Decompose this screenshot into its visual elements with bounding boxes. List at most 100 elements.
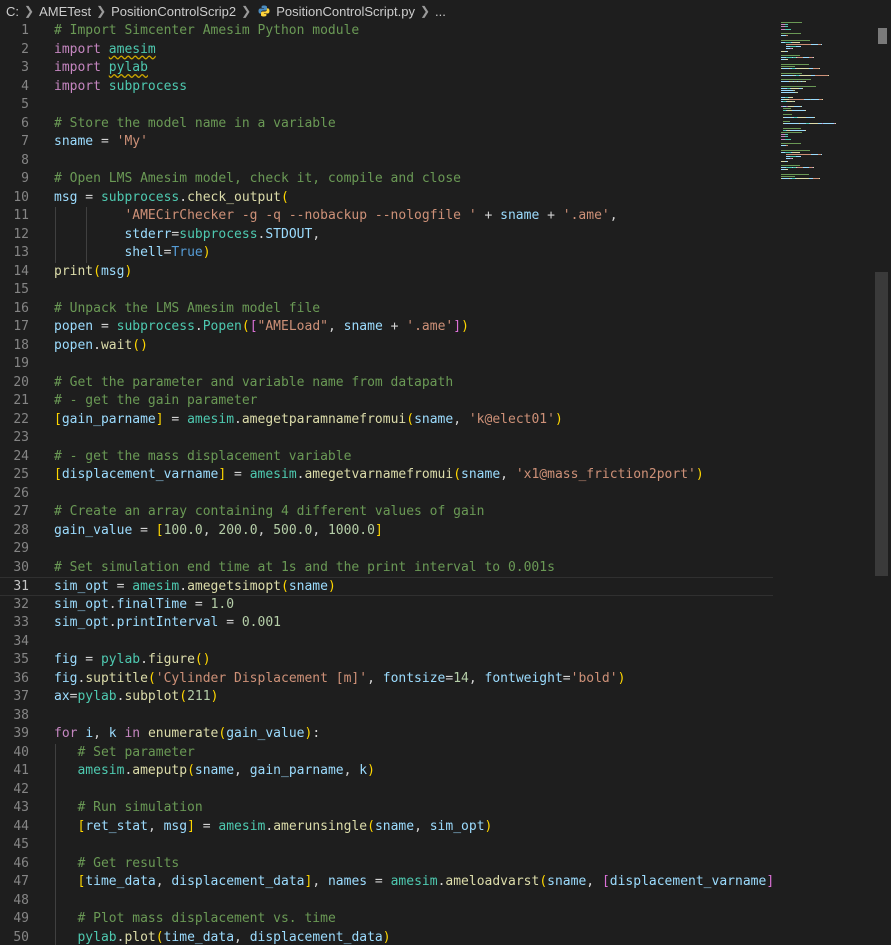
code-token: ) [202,245,211,260]
code-token: # Create an array containing 4 different… [54,504,485,519]
code-token: , [468,670,485,686]
code-token: ] [187,818,195,834]
code-line[interactable]: 1 # Import Simcenter Amesim Python module [0,22,773,41]
minimap-mark [794,101,795,103]
code-line[interactable]: 38 [0,707,773,726]
breadcrumb-item[interactable]: PositionControlScrip2 [111,4,236,19]
minimap-mark [799,41,800,43]
code-line[interactable]: 19 [0,355,773,374]
breadcrumb: C: ❯ AMETest ❯ PositionControlScrip2 ❯ Positio… [0,0,891,22]
code-line[interactable]: 5 [0,96,773,115]
code-line[interactable]: 10 msg = subprocess.check_output( [0,189,773,208]
code-token: = [367,874,391,889]
chevron-right-icon: ❯ [419,4,431,18]
code-line[interactable]: 34 [0,633,773,652]
code-token: ameloadvarst [445,874,540,889]
code-line[interactable]: 6 # Store the model name in a variable [0,115,773,134]
line-number: 21 [13,393,29,408]
code-line[interactable]: 39 for i, k in enumerate(gain_value): [0,725,773,744]
code-line[interactable]: 27 # Create an array containing 4 differe… [0,503,773,522]
code-line[interactable]: 25 [displacement_varname] = amesim.ameget… [0,466,773,485]
code-token: amegetsimopt [187,579,281,594]
code-token: , [312,874,328,889]
code-line[interactable]: 23 [0,429,773,448]
minimap-mark [785,26,788,28]
code-token: # Open LMS Amesim model, check it, compi… [54,171,461,186]
code-line[interactable]: 50 pylab.plot(time_data, displacement_da… [0,929,773,945]
code-line[interactable]: 22 [gain_parname] = amesim.amegetparamnam… [0,411,773,430]
code-token: amesim [187,411,235,427]
breadcrumb-item[interactable]: ... [435,4,446,19]
code-token: ( [453,467,462,482]
line-number: 2 [21,41,29,57]
code-line[interactable]: 11 'AMECirChecker -g -q --nobackup --nol… [0,207,773,226]
code-token: [ [54,467,62,482]
code-line[interactable]: 14 print(msg) [0,263,773,282]
minimap-mark [792,41,799,43]
code-line[interactable]: 49 # Plot mass displacement vs. time [0,910,773,929]
code-token: ) [367,763,375,778]
code-line[interactable]: 8 [0,152,773,171]
code-line[interactable]: 30 # Set simulation end time at 1s and th… [0,559,773,578]
breadcrumb-item[interactable]: AMETest [39,4,91,19]
code-line[interactable]: 36 fig.suptitle('Cylinder Displacement [m… [0,670,773,689]
code-token: sim_opt [54,596,109,612]
code-line[interactable]: 46 # Get results [0,855,773,874]
breadcrumb-item[interactable]: C: [6,4,19,19]
code-line[interactable]: 13 shell=True) [0,244,773,263]
minimap-mark [802,88,803,89]
code-line[interactable]: 2 import amesim [0,41,773,60]
code-editor[interactable]: 1 # Import Simcenter Amesim Python module… [0,22,773,945]
code-line[interactable]: 21 # - get the gain parameter [0,392,773,411]
code-line[interactable]: 43 # Run simulation [0,799,773,818]
code-token: # Unpack the LMS Amesim model file [54,300,321,316]
code-line[interactable]: 9 # Open LMS Amesim model, check it, comp… [0,170,773,189]
scrollbar-thumb[interactable] [875,272,888,576]
code-line[interactable]: 41 amesim.ameputp(sname, gain_parname, k… [0,762,773,781]
code-token: , [414,818,430,834]
code-line[interactable]: 4 import subprocess [0,78,773,97]
code-token: ] [374,522,383,538]
code-token: . [179,579,188,594]
code-line[interactable]: 32 sim_opt.finalTime = 1.0 [0,596,773,615]
code-text: print(msg) [54,263,132,282]
code-line[interactable]: 44 [ret_stat, msg] = amesim.amerunsingle… [0,818,773,837]
code-line[interactable]: 18 popen.wait() [0,337,773,356]
minimap-mark [795,92,798,94]
code-token: sname [414,411,454,427]
code-token: ) [554,411,563,427]
code-line[interactable]: 40 # Set parameter [0,744,773,763]
code-line[interactable]: 20 # Get the parameter and variable name … [0,374,773,393]
code-line[interactable]: 33 sim_opt.printInterval = 0.001 [0,614,773,633]
code-token: = [194,818,219,834]
code-line[interactable]: 37 ax=pylab.subplot(211) [0,688,773,707]
code-line[interactable]: 7 sname = 'My' [0,133,773,152]
code-line[interactable]: 24 # - get the mass displacement variable [0,448,773,467]
code-line[interactable]: 45 [0,836,773,855]
minimap-mark [823,123,834,125]
code-line[interactable]: 47 [time_data, displacement_data], names… [0,873,773,892]
code-line[interactable]: 16 # Unpack the LMS Amesim model file [0,300,773,319]
code-line[interactable]: 26 [0,485,773,504]
code-line[interactable]: 28 gain_value = [100.0, 200.0, 500.0, 100… [0,522,773,541]
minimap-mark [781,72,802,74]
code-token: fig [54,670,78,686]
code-token: msg [100,263,125,279]
code-text: # Plot mass displacement vs. time [54,910,335,929]
code-line[interactable]: 15 [0,281,773,300]
indent-guide [86,207,87,263]
code-line[interactable]: 48 [0,892,773,911]
code-token: displacement_data [249,929,383,945]
code-token: = [562,670,571,686]
code-line[interactable]: 35 fig = pylab.figure() [0,651,773,670]
code-line[interactable]: 12 stderr=subprocess.STDOUT, [0,226,773,245]
minimap-mark [800,46,801,48]
code-line[interactable]: 3 import pylab [0,59,773,78]
code-line[interactable]: 31 sim_opt = amesim.amegetsimopt(sname) [0,577,773,596]
minimap[interactable] [779,22,875,945]
code-line[interactable]: 17 popen = subprocess.Popen(["AMELoad", s… [0,318,773,337]
breadcrumb-item[interactable]: PositionControlScript.py [276,4,415,19]
code-line[interactable]: 29 [0,540,773,559]
code-token: pylab [108,60,148,75]
code-line[interactable]: 42 [0,781,773,800]
